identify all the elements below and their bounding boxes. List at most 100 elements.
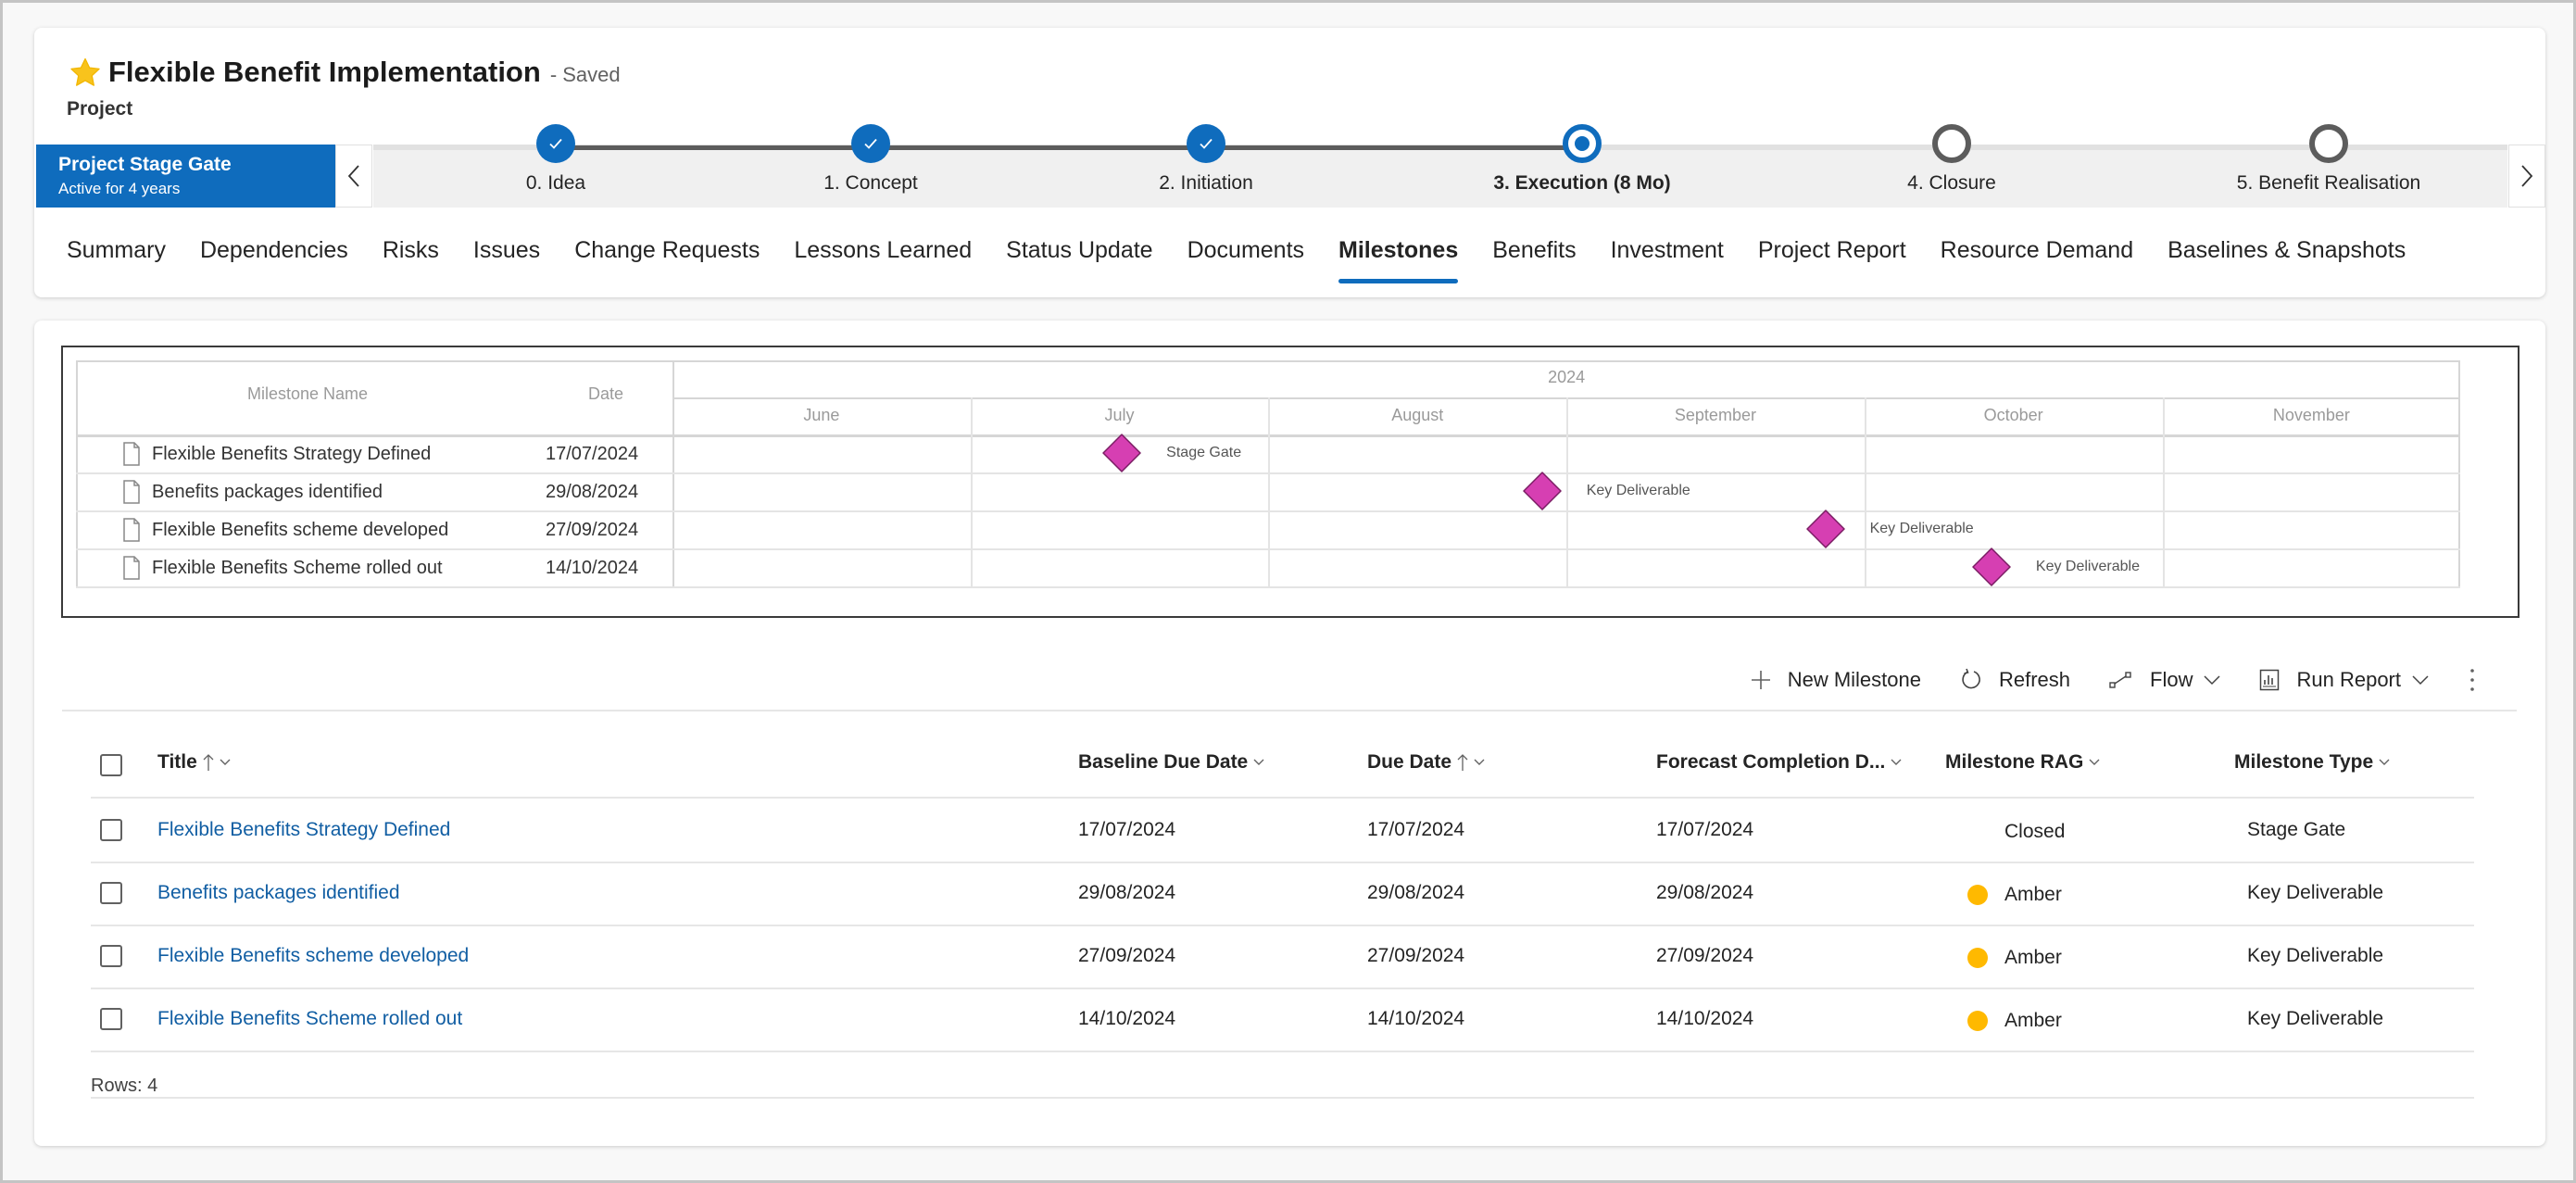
tab-status-update[interactable]: Status Update <box>1006 233 1152 289</box>
tab-documents[interactable]: Documents <box>1187 233 1304 289</box>
column-header-baseline-due-date[interactable]: Baseline Due Date <box>1078 751 1264 774</box>
tab-issues[interactable]: Issues <box>473 233 540 289</box>
tab-resource-demand[interactable]: Resource Demand <box>1941 233 2133 289</box>
row-divider <box>91 1051 2474 1052</box>
stage-next-button[interactable] <box>2508 145 2545 208</box>
milestone-diamond-marker[interactable] <box>1805 510 1845 548</box>
process-duration: Active for 4 years <box>58 180 181 197</box>
new-milestone-button[interactable]: New Milestone <box>1751 668 1921 692</box>
column-header-label: Milestone RAG <box>1945 751 2084 773</box>
milestone-diamond-marker[interactable] <box>1102 434 1141 472</box>
gantt-milestone-name-text: Flexible Benefits scheme developed <box>152 519 449 540</box>
tab-benefits[interactable]: Benefits <box>1492 233 1576 289</box>
header-divider <box>91 797 2474 799</box>
gantt-milestone-name-text: Flexible Benefits Strategy Defined <box>152 443 432 464</box>
tab-summary[interactable]: Summary <box>67 233 166 289</box>
gantt-month-divider <box>1268 397 1271 586</box>
select-all-checkbox[interactable] <box>100 754 122 776</box>
stage-3[interactable]: 3. Execution (8 Mo) <box>1443 124 1721 195</box>
tab-milestones[interactable]: Milestones <box>1338 233 1459 289</box>
tab-lessons-learned[interactable]: Lessons Learned <box>794 233 972 289</box>
sort-ascending-icon <box>203 754 214 771</box>
column-header-due-date[interactable]: Due Date <box>1367 751 1485 774</box>
gantt-row-divider <box>76 472 2461 474</box>
tab-baselines-snapshots[interactable]: Baselines & Snapshots <box>2168 233 2406 289</box>
milestone-title-link[interactable]: Flexible Benefits Scheme rolled out <box>157 1008 462 1030</box>
baseline-due-date: 14/10/2024 <box>1078 1008 1176 1029</box>
milestone-type: Key Deliverable <box>2247 1008 2384 1029</box>
flow-icon <box>2109 672 2131 688</box>
chevron-right-icon <box>2521 165 2533 187</box>
chevron-down-icon <box>220 759 231 765</box>
baseline-due-date: 29/08/2024 <box>1078 882 1176 903</box>
row-divider <box>91 862 2474 863</box>
rag-status-dot-icon <box>1967 948 1988 968</box>
stage-5[interactable]: 5. Benefit Realisation <box>2190 124 2468 195</box>
document-icon <box>123 480 140 504</box>
tab-list: Summary Dependencies Risks Issues Change Req… <box>67 233 2440 289</box>
row-checkbox[interactable] <box>100 945 122 967</box>
gantt-border-top <box>76 360 2461 362</box>
column-header-title[interactable]: Title <box>157 751 231 774</box>
run-report-label: Run Report <box>2296 668 2401 691</box>
flow-label: Flow <box>2150 668 2193 691</box>
tab-investment[interactable]: Investment <box>1611 233 1724 289</box>
document-icon <box>123 442 140 466</box>
diamond-icon <box>1805 510 1845 548</box>
gantt-month-label: June <box>803 406 840 424</box>
flow-button[interactable]: Flow <box>2109 668 2221 692</box>
gantt-milestone-date: 17/07/2024 <box>546 444 639 464</box>
sort-ascending-icon <box>1457 754 1468 771</box>
stage-4[interactable]: 4. Closure <box>1813 124 2091 195</box>
gantt-milestone-name-text: Flexible Benefits Scheme rolled out <box>152 557 443 578</box>
new-milestone-label: New Milestone <box>1787 668 1921 691</box>
save-status: - Saved <box>549 63 621 86</box>
chevron-left-icon <box>347 165 359 187</box>
milestone-title-link[interactable]: Flexible Benefits scheme developed <box>157 945 469 967</box>
gantt-milestone-date: 27/09/2024 <box>546 520 639 540</box>
title-row: Flexible Benefit Implementation - Saved <box>68 56 621 91</box>
stage-2[interactable]: 2. Initiation <box>1067 124 1345 195</box>
milestone-diamond-marker[interactable] <box>1972 547 2011 586</box>
refresh-button[interactable]: Refresh <box>1960 668 2070 692</box>
tab-change-requests[interactable]: Change Requests <box>574 233 760 289</box>
stage-complete-icon <box>851 124 890 163</box>
gantt-month-divider <box>1864 397 1866 586</box>
tab-risks[interactable]: Risks <box>383 233 439 289</box>
stage-1[interactable]: 1. Concept <box>732 124 1010 195</box>
tab-dependencies[interactable]: Dependencies <box>200 233 348 289</box>
more-commands-button[interactable] <box>2469 668 2492 692</box>
stage-label: 5. Benefit Realisation <box>2236 172 2421 194</box>
more-vertical-icon <box>2470 669 2474 691</box>
refresh-icon <box>1962 668 1980 689</box>
plus-icon <box>1751 671 1770 689</box>
milestone-diamond-marker[interactable] <box>1522 472 1562 510</box>
due-date: 17/07/2024 <box>1367 819 1465 840</box>
gantt-col-date: Date <box>587 384 624 403</box>
milestone-rag-status: Amber <box>1967 884 2062 906</box>
milestone-type: Stage Gate <box>2247 819 2346 840</box>
row-checkbox[interactable] <box>100 1008 122 1030</box>
gantt-milestone-name[interactable]: Benefits packages identified <box>122 479 383 505</box>
gantt-milestone-name[interactable]: Flexible Benefits Strategy Defined <box>122 441 431 467</box>
milestone-rag-status: Amber <box>1967 1010 2062 1032</box>
command-bar: New Milestone Refresh Flow Run Report <box>1712 661 2492 698</box>
milestone-title-link[interactable]: Benefits packages identified <box>157 882 400 904</box>
gantt-month-label: September <box>1674 406 1756 424</box>
gantt-milestone-name[interactable]: Flexible Benefits Scheme rolled out <box>122 555 443 581</box>
run-report-button[interactable]: Run Report <box>2259 668 2429 692</box>
chevron-down-icon <box>1253 759 1264 765</box>
gantt-milestone-name[interactable]: Flexible Benefits scheme developed <box>122 517 448 543</box>
row-checkbox[interactable] <box>100 882 122 904</box>
process-info[interactable]: Project Stage Gate Active for 4 years <box>36 145 335 208</box>
row-checkbox[interactable] <box>100 819 122 841</box>
stage-active-icon <box>1563 124 1602 163</box>
column-header-milestone-rag[interactable]: Milestone RAG <box>1945 751 2100 774</box>
column-header-forecast-completion-d[interactable]: Forecast Completion D... <box>1656 751 1902 774</box>
column-header-milestone-type[interactable]: Milestone Type <box>2234 751 2390 774</box>
milestone-title-link[interactable]: Flexible Benefits Strategy Defined <box>157 819 450 841</box>
stage-0[interactable]: 0. Idea <box>417 124 695 195</box>
stage-prev-button[interactable] <box>335 145 372 208</box>
tab-project-report[interactable]: Project Report <box>1758 233 1906 289</box>
star-icon[interactable] <box>68 56 103 91</box>
